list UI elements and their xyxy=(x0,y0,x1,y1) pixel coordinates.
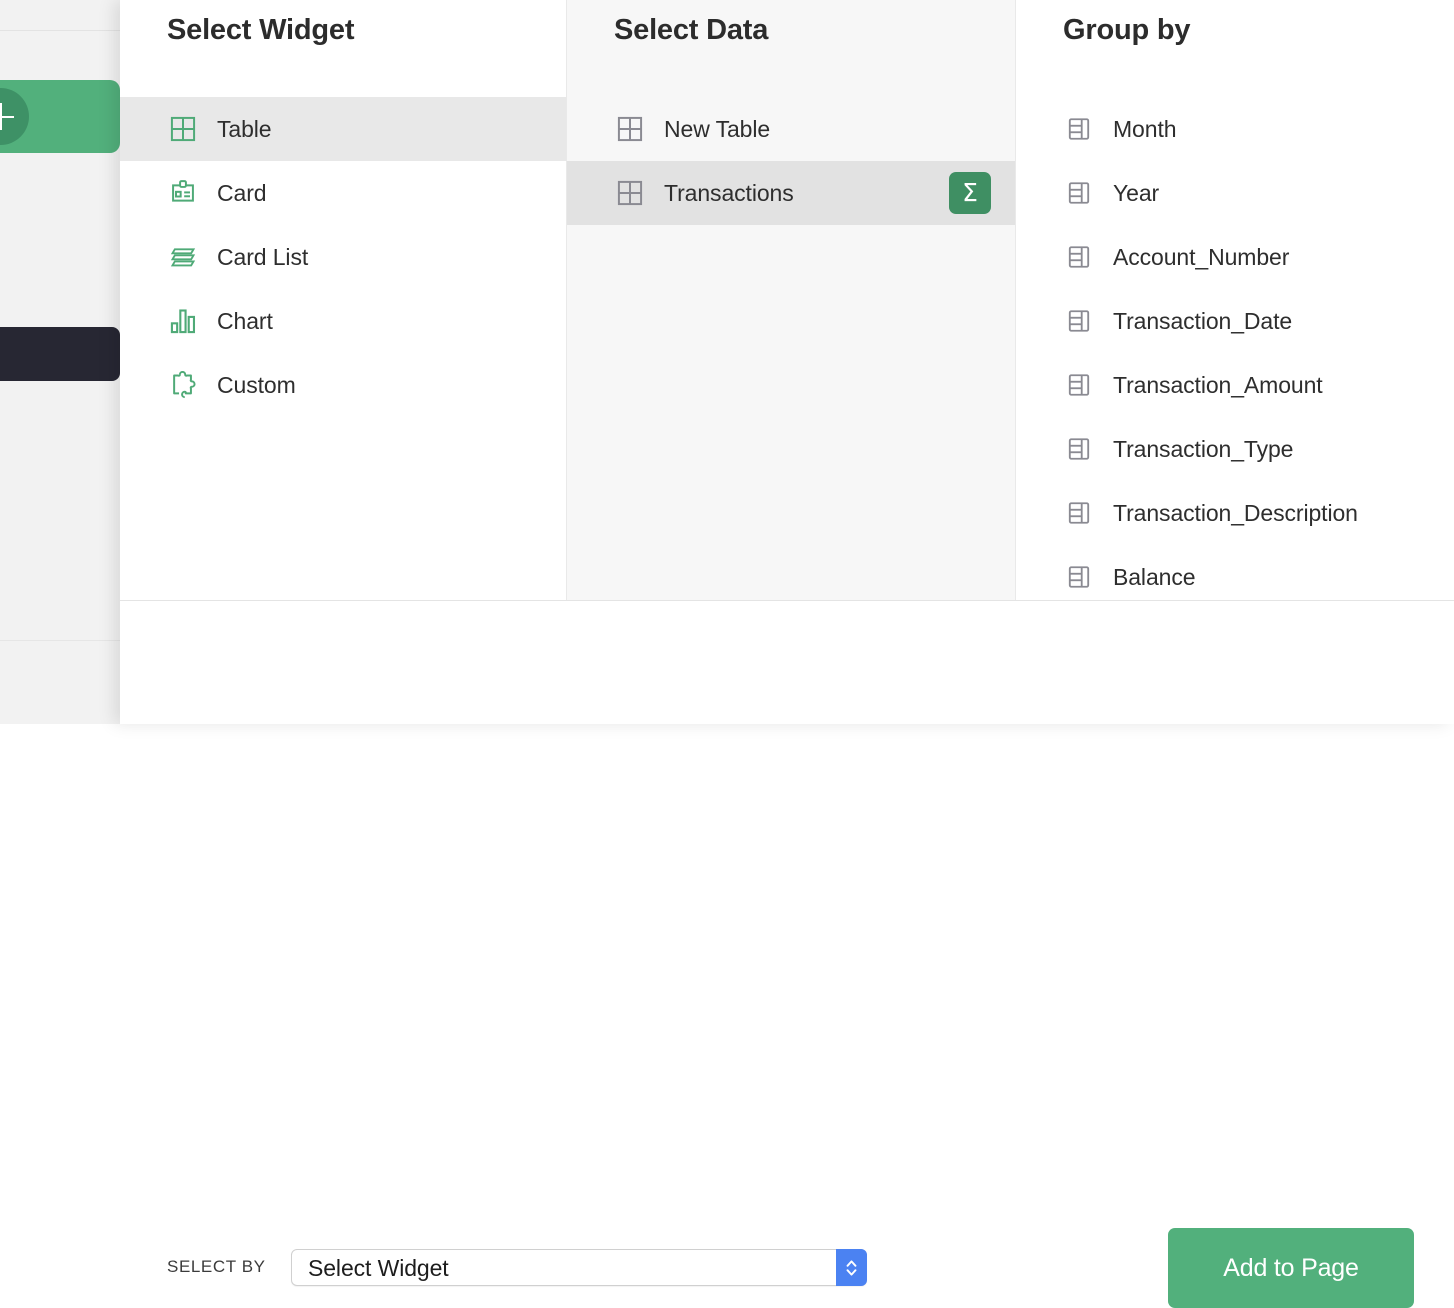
card-stack-icon xyxy=(167,241,199,273)
column-select-widget: Select Widget Table Card Card List Chart… xyxy=(120,0,567,600)
column-title-select-widget: Select Widget xyxy=(167,14,355,46)
select-by-value: Select Widget xyxy=(308,1255,449,1281)
add-to-page-button[interactable]: Add to Page xyxy=(1168,1228,1414,1308)
table-grid-icon xyxy=(614,113,646,145)
column-field-icon xyxy=(1063,177,1095,209)
column-title-group-by: Group by xyxy=(1063,14,1191,46)
widget-item-label: Card List xyxy=(217,243,309,270)
group-by-item-account-number[interactable]: Account_Number xyxy=(1016,225,1453,289)
group-by-item-label: Year xyxy=(1113,179,1160,206)
modal-footer: Select by Select Widget Add to Page xyxy=(120,601,1454,1308)
puzzle-piece-icon xyxy=(167,369,199,401)
select-by-label: Select by xyxy=(167,1257,266,1276)
widget-item-custom[interactable]: Custom xyxy=(120,353,566,417)
column-field-icon xyxy=(1063,497,1095,529)
group-by-item-transaction-amount[interactable]: Transaction_Amount xyxy=(1016,353,1453,417)
widget-item-label: Card xyxy=(217,179,267,206)
group-by-item-year[interactable]: Year xyxy=(1016,161,1453,225)
add-widget-circle[interactable] xyxy=(0,88,29,145)
column-field-icon xyxy=(1063,433,1095,465)
widget-item-chart[interactable]: Chart xyxy=(120,289,566,353)
group-by-item-label: Transaction_Type xyxy=(1113,435,1294,462)
group-by-item-transaction-description[interactable]: Transaction_Description xyxy=(1016,481,1453,545)
group-by-item-label: Transaction_Date xyxy=(1113,307,1293,334)
data-source-list: New Table Transactions Σ xyxy=(567,97,1015,225)
background-toolbar-divider xyxy=(0,30,122,31)
widget-item-card[interactable]: Card xyxy=(120,161,566,225)
widget-item-table[interactable]: Table xyxy=(120,97,566,161)
background-add-widget-card[interactable] xyxy=(0,80,120,153)
widget-type-list: Table Card Card List Chart Custom xyxy=(120,97,566,417)
group-by-item-label: Transaction_Description xyxy=(1113,499,1358,526)
column-field-icon xyxy=(1063,241,1095,273)
column-field-icon xyxy=(1063,113,1095,145)
group-by-item-label: Balance xyxy=(1113,563,1196,590)
plus-icon xyxy=(0,103,14,130)
column-title-select-data: Select Data xyxy=(614,14,769,46)
column-field-icon xyxy=(1063,561,1095,593)
column-field-icon xyxy=(1063,305,1095,337)
group-by-item-balance[interactable]: Balance xyxy=(1016,545,1453,600)
id-card-icon xyxy=(167,177,199,209)
widget-item-label: Table xyxy=(217,115,272,142)
data-item-label: New Table xyxy=(664,115,771,142)
group-by-item-label: Transaction_Amount xyxy=(1113,371,1323,398)
widget-item-label: Chart xyxy=(217,307,273,334)
select-by-dropdown[interactable]: Select Widget xyxy=(291,1249,867,1286)
group-by-field-list: Month Year Account_Number Transaction_Da… xyxy=(1016,97,1453,600)
widget-item-label: Custom xyxy=(217,371,296,398)
column-select-data: Select Data New Table Transactions Σ xyxy=(567,0,1016,600)
table-grid-icon xyxy=(614,177,646,209)
group-by-item-transaction-type[interactable]: Transaction_Type xyxy=(1016,417,1453,481)
data-item-label: Transactions xyxy=(664,179,794,206)
column-group-by: Group by Month Year Account_Number Trans… xyxy=(1016,0,1453,600)
widget-item-card-list[interactable]: Card List xyxy=(120,225,566,289)
data-item-new-table[interactable]: New Table xyxy=(567,97,1015,161)
group-by-item-month[interactable]: Month xyxy=(1016,97,1453,161)
background-dark-block xyxy=(0,327,120,381)
bar-chart-icon xyxy=(167,305,199,337)
group-by-item-label: Month xyxy=(1113,115,1177,142)
modal-columns: Select Widget Table Card Card List Chart… xyxy=(120,0,1454,601)
add-widget-modal: Select Widget Table Card Card List Chart… xyxy=(120,0,1454,1308)
data-item-transactions[interactable]: Transactions Σ xyxy=(567,161,1015,225)
background-footer-divider xyxy=(0,640,122,641)
table-grid-icon xyxy=(167,113,199,145)
group-by-item-label: Account_Number xyxy=(1113,243,1290,270)
aggregate-sigma-button[interactable]: Σ xyxy=(949,172,991,214)
group-by-item-transaction-date[interactable]: Transaction_Date xyxy=(1016,289,1453,353)
up-down-chevron-icon[interactable] xyxy=(836,1249,867,1286)
column-field-icon xyxy=(1063,369,1095,401)
